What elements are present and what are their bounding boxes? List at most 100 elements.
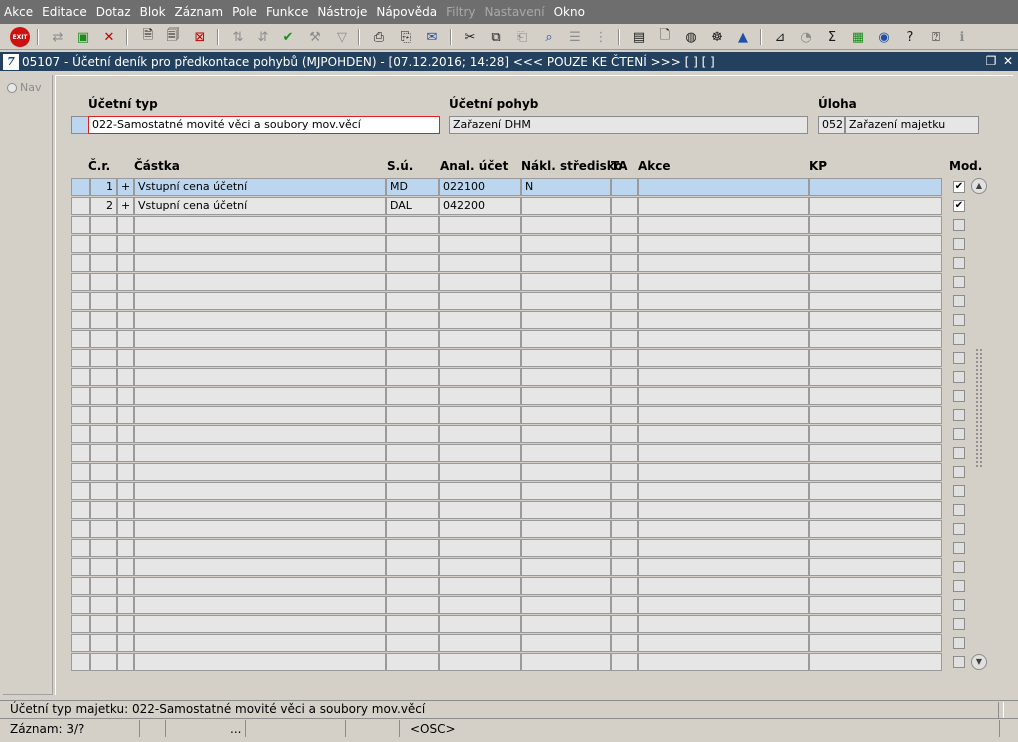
sort-desc-icon[interactable]: ⇵	[253, 27, 273, 47]
cell-anal[interactable]	[439, 311, 521, 329]
cell-su[interactable]	[386, 615, 439, 633]
cell-nakl[interactable]	[521, 520, 611, 538]
cell-sign[interactable]	[117, 273, 134, 291]
cell-kp[interactable]	[809, 558, 942, 576]
table-row[interactable]	[71, 406, 981, 425]
cut-icon[interactable]: ✂	[460, 27, 480, 47]
vertical-scrollbar[interactable]: ▲ ▼	[971, 178, 987, 670]
cell-su[interactable]: DAL	[386, 197, 439, 215]
cell-nakl[interactable]	[521, 482, 611, 500]
table-row[interactable]	[71, 330, 981, 349]
help-icon[interactable]: ⍰	[926, 27, 946, 47]
cell-nakl[interactable]	[521, 368, 611, 386]
cell-akce[interactable]	[638, 634, 809, 652]
excel-icon[interactable]: ▦	[848, 27, 868, 47]
mod-checkbox[interactable]	[953, 238, 965, 250]
mod-checkbox[interactable]	[953, 428, 965, 440]
cell-ta[interactable]	[611, 292, 638, 310]
cell-anal[interactable]: 022100	[439, 178, 521, 196]
find-replace-icon[interactable]: ⌕	[539, 27, 559, 47]
cell-castka[interactable]	[134, 292, 386, 310]
delete-record-icon[interactable]: ✕	[99, 27, 119, 47]
scroll-up-icon[interactable]: ▲	[971, 178, 987, 194]
cell-kp[interactable]	[809, 520, 942, 538]
cell-sign[interactable]	[117, 311, 134, 329]
cell-cr[interactable]	[90, 596, 117, 614]
info-icon[interactable]: ℹ	[952, 27, 972, 47]
cell-sign[interactable]	[117, 539, 134, 557]
cell-nakl[interactable]	[521, 558, 611, 576]
mod-checkbox[interactable]	[953, 561, 965, 573]
cell-kp[interactable]	[809, 501, 942, 519]
cell-akce[interactable]	[638, 330, 809, 348]
cell-akce[interactable]	[638, 577, 809, 595]
menu-item-9[interactable]: Filtry	[446, 5, 475, 19]
cell-castka[interactable]	[134, 463, 386, 481]
cell-ta[interactable]	[611, 558, 638, 576]
cell-sign[interactable]: +	[117, 178, 134, 196]
cell-ta[interactable]	[611, 425, 638, 443]
cell-ta[interactable]	[611, 520, 638, 538]
cell-cr[interactable]	[90, 558, 117, 576]
cell-sign[interactable]	[117, 254, 134, 272]
cell-akce[interactable]	[638, 615, 809, 633]
cell-castka[interactable]	[134, 273, 386, 291]
cell-su[interactable]	[386, 406, 439, 424]
cell-kp[interactable]	[809, 254, 942, 272]
cell-castka[interactable]	[134, 653, 386, 671]
cell-su[interactable]	[386, 444, 439, 462]
cell-sign[interactable]	[117, 520, 134, 538]
cell-su[interactable]	[386, 292, 439, 310]
cell-ta[interactable]	[611, 387, 638, 405]
cell-kp[interactable]	[809, 292, 942, 310]
menu-item-6[interactable]: Funkce	[266, 5, 308, 19]
mod-checkbox[interactable]	[953, 371, 965, 383]
cell-su[interactable]	[386, 653, 439, 671]
cell-akce[interactable]	[638, 254, 809, 272]
cell-nakl[interactable]	[521, 349, 611, 367]
cell-castka[interactable]	[134, 634, 386, 652]
cell-nakl[interactable]	[521, 292, 611, 310]
checkmark-icon[interactable]: ✔	[278, 27, 298, 47]
cell-ta[interactable]	[611, 273, 638, 291]
cell-akce[interactable]	[638, 463, 809, 481]
cell-su[interactable]	[386, 463, 439, 481]
cell-ta[interactable]	[611, 197, 638, 215]
cell-ta[interactable]	[611, 178, 638, 196]
cell-kp[interactable]	[809, 406, 942, 424]
table-row[interactable]	[71, 539, 981, 558]
menu-item-5[interactable]: Pole	[232, 5, 257, 19]
menu-item-7[interactable]: Nástroje	[317, 5, 367, 19]
nav-radio[interactable]: Nav	[7, 81, 41, 94]
cell-su[interactable]	[386, 216, 439, 234]
cell-su[interactable]: MD	[386, 178, 439, 196]
cell-sign[interactable]	[117, 406, 134, 424]
cell-kp[interactable]	[809, 273, 942, 291]
cell-sign[interactable]	[117, 501, 134, 519]
mod-checkbox[interactable]	[953, 618, 965, 630]
cell-castka[interactable]	[134, 501, 386, 519]
cell-nakl[interactable]	[521, 634, 611, 652]
cell-ta[interactable]	[611, 254, 638, 272]
cell-sign[interactable]	[117, 349, 134, 367]
cell-anal[interactable]	[439, 273, 521, 291]
cell-nakl[interactable]	[521, 216, 611, 234]
mod-checkbox[interactable]	[953, 599, 965, 611]
tree-icon[interactable]: ⋮	[591, 27, 611, 47]
cell-anal[interactable]	[439, 216, 521, 234]
scroll-grip[interactable]	[975, 348, 983, 468]
cell-sign[interactable]: +	[117, 197, 134, 215]
cell-anal[interactable]	[439, 615, 521, 633]
copy-icon[interactable]: ⧉	[486, 27, 506, 47]
cell-kp[interactable]	[809, 463, 942, 481]
cell-akce[interactable]	[638, 558, 809, 576]
cell-akce[interactable]	[638, 482, 809, 500]
cell-akce[interactable]	[638, 406, 809, 424]
cell-sign[interactable]	[117, 596, 134, 614]
cell-castka[interactable]	[134, 596, 386, 614]
cell-akce[interactable]	[638, 368, 809, 386]
cell-anal[interactable]	[439, 349, 521, 367]
table-row[interactable]	[71, 558, 981, 577]
cell-anal[interactable]	[439, 330, 521, 348]
query-cancel-icon[interactable]: ⊠	[190, 27, 210, 47]
